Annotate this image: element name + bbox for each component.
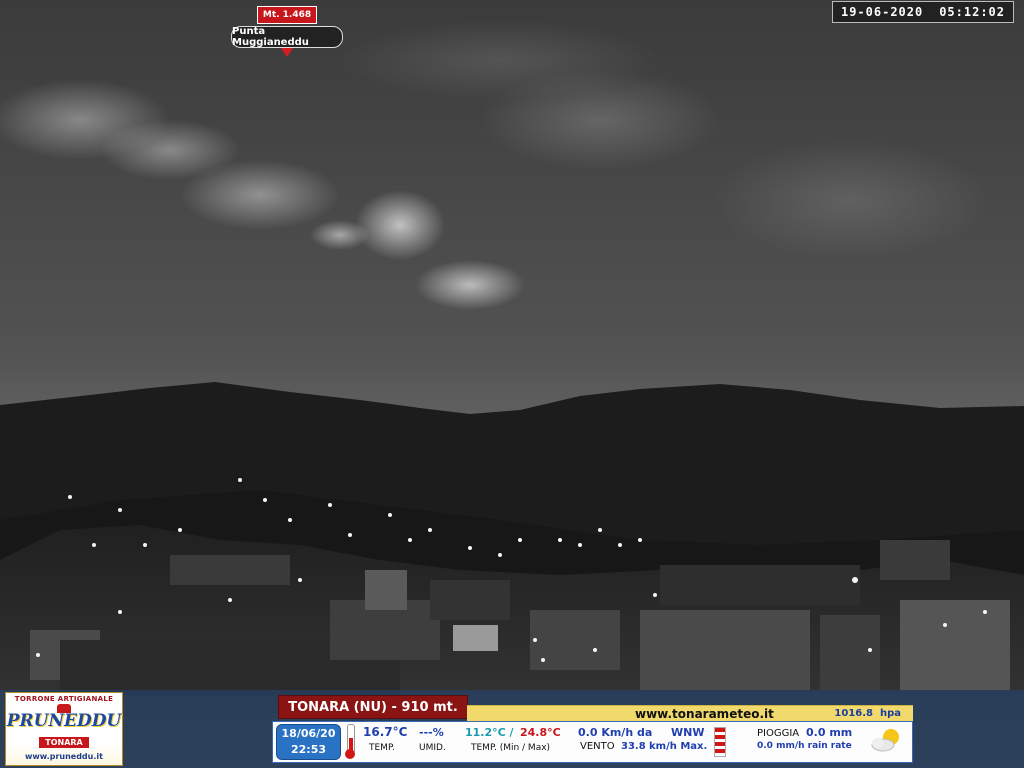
wind-direction-value: WNW xyxy=(671,726,705,739)
temp-minmax-label: TEMP. (Min / Max) xyxy=(471,743,551,753)
sponsor-url[interactable]: www.pruneddu.it xyxy=(6,752,122,761)
peak-marker: Mt. 1.468 Punta Muggianeddu xyxy=(231,6,343,57)
timestamp-overlay: 19-06-2020 05:12:02 xyxy=(832,1,1014,23)
sponsor-logo[interactable]: TORRONE ARTIGIANALE PRUNEDDU TONARA www.… xyxy=(5,692,123,766)
timestamp-date: 19-06-2020 xyxy=(840,5,924,19)
wind-max-value: 33.8 xyxy=(621,741,646,752)
temperature-value: 16.7°C xyxy=(363,725,408,739)
rain-label: PIOGGIA xyxy=(757,728,800,739)
wind-max-label: km/h Max. xyxy=(649,741,708,752)
reading-date: 18/06/20 xyxy=(281,727,336,740)
temp-max-value: 24.8°C xyxy=(520,726,561,739)
rain-rate: 0.0 mm/h rain rate xyxy=(757,741,852,751)
reading-datetime: 18/06/20 22:53 xyxy=(276,724,341,760)
temperature-label: TEMP. xyxy=(369,743,395,753)
wind-label: VENTO xyxy=(580,741,615,752)
thermometer-bulb xyxy=(345,749,355,759)
humidity-label: UMID. xyxy=(419,743,446,753)
site-url[interactable]: www.tonarameteo.it xyxy=(635,706,774,722)
station-title: TONARA (NU) - 910 mt. xyxy=(279,696,467,718)
webcam-image xyxy=(0,0,1024,768)
timestamp-time: 05:12:02 xyxy=(939,5,1005,19)
wind-gauge-icon xyxy=(714,727,726,757)
pressure-readout: 1016.8 hpa xyxy=(834,706,901,722)
reading-time: 22:53 xyxy=(290,743,326,756)
pressure-value: 1016.8 xyxy=(834,708,873,719)
peak-name: Punta Muggianeddu xyxy=(231,26,343,48)
humidity-value: ---% xyxy=(419,726,444,739)
weather-panel: 18/06/20 22:53 16.7°C TEMP. ---% UMID. 1… xyxy=(272,721,913,763)
partly-cloudy-icon xyxy=(871,729,899,752)
marker-pointer-icon xyxy=(281,48,293,57)
sponsor-place: TONARA xyxy=(39,737,89,748)
pressure-unit: hpa xyxy=(879,708,901,719)
peak-altitude: Mt. 1.468 xyxy=(257,6,317,24)
site-bar: www.tonarameteo.it 1016.8 hpa xyxy=(467,705,913,722)
thermometer-icon xyxy=(345,724,355,759)
sponsor-brand: PRUNEDDU xyxy=(6,711,122,731)
rain-value: 0.0 mm xyxy=(806,726,853,739)
wind-speed-value: 0.0 Km/h da xyxy=(578,726,653,739)
temp-min-value: 11.2°C / xyxy=(465,726,514,739)
sponsor-tagline: TORRONE ARTIGIANALE xyxy=(14,695,114,703)
